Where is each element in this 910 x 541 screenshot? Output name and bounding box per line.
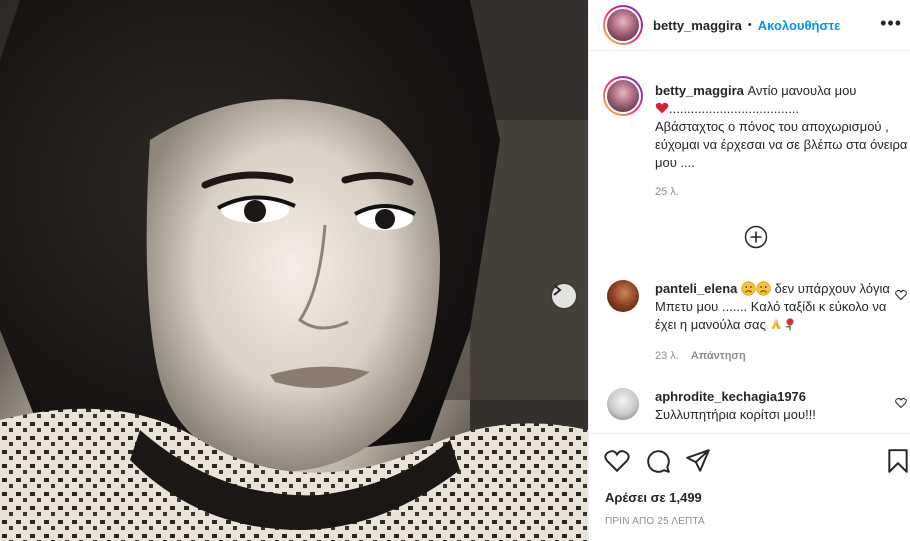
comment-meta: 23 λ. Απάντηση <box>655 350 746 362</box>
caption-username[interactable]: betty_maggira <box>655 83 744 98</box>
share-icon[interactable] <box>685 448 711 474</box>
author-username[interactable]: betty_maggira <box>653 18 742 33</box>
like-comment-heart-icon[interactable] <box>895 397 907 409</box>
like-comment-heart-icon[interactable] <box>895 289 907 301</box>
bookmark-icon[interactable] <box>885 448 910 474</box>
caption-body: Αβάσταχτος ο πόνος του αποχωρισμού , εύχ… <box>655 119 908 170</box>
separator-dot: • <box>747 19 752 31</box>
sad-face-emoji-icon <box>741 281 756 296</box>
follow-button[interactable]: Ακολουθήστε <box>758 18 841 33</box>
comment-text: panteli_elena δεν υπάρχουν λόγια Μπετυ μ… <box>655 280 893 334</box>
comment-username[interactable]: panteli_elena <box>655 281 737 296</box>
portrait-illustration <box>0 0 588 541</box>
reply-button[interactable]: Απάντηση <box>691 350 746 362</box>
comment-icon[interactable] <box>645 448 671 474</box>
next-photo-button[interactable] <box>552 284 576 308</box>
post-actions: Αρέσει σε 1,499 ΠΡΙΝ ΑΠΟ 25 ΛΕΠΤΑ <box>589 433 910 541</box>
comment-text: aphrodite_kechagia1976 Συλλυπητήρια κορί… <box>655 388 893 424</box>
more-options-icon[interactable]: ••• <box>880 14 902 32</box>
praying-hands-emoji-icon <box>771 318 782 330</box>
caption-avatar[interactable] <box>603 76 643 116</box>
sad-face-emoji-icon <box>756 281 771 296</box>
comment-body: Συλλυπητήρια κορίτσι μου!!! <box>655 407 816 422</box>
plus-circle-icon[interactable] <box>744 225 768 249</box>
post-photo[interactable] <box>0 0 588 541</box>
chevron-right-icon <box>553 284 562 296</box>
rose-emoji-icon <box>786 318 794 331</box>
caption-text: betty_maggira Αντίο μανουλα μου ........… <box>655 82 910 172</box>
commenter-avatar[interactable] <box>607 280 639 312</box>
caption-dots: .................................... <box>669 101 800 116</box>
comment-time: 23 λ. <box>655 350 679 362</box>
author-avatar[interactable] <box>603 5 643 45</box>
heart-icon[interactable] <box>604 448 630 474</box>
post-side-panel: betty_maggira • Ακολουθήστε ••• betty_ma… <box>588 0 910 541</box>
post-header: betty_maggira • Ακολουθήστε ••• <box>589 0 910 51</box>
red-heart-emoji-icon <box>655 102 669 114</box>
caption-time: 25 λ. <box>655 186 679 198</box>
comment-username[interactable]: aphrodite_kechagia1976 <box>655 389 806 404</box>
commenter-avatar[interactable] <box>607 388 639 420</box>
likes-count[interactable]: Αρέσει σε 1,499 <box>605 490 702 505</box>
post-time-ago: ΠΡΙΝ ΑΠΟ 25 ΛΕΠΤΑ <box>605 516 705 527</box>
caption-line1: Αντίο μανουλα μου <box>747 83 857 98</box>
